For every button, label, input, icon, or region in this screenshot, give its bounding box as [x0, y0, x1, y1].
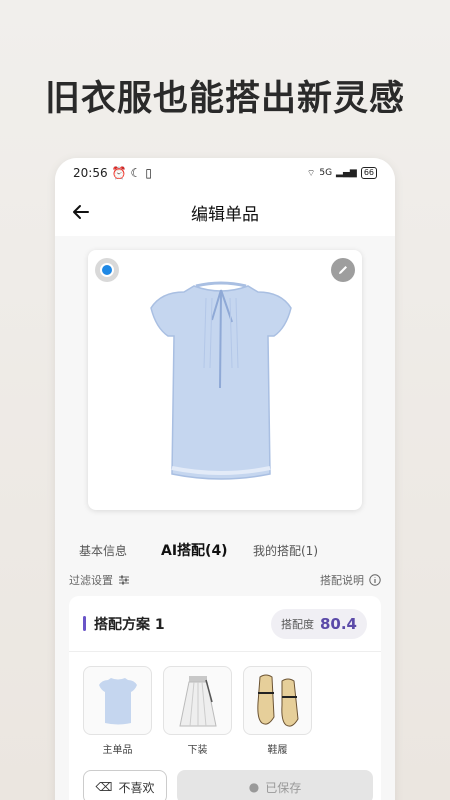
status-bar: 20:56 ⏰ ☾ ▯ ⌔ 5G ▂▄▆ 66: [55, 158, 395, 188]
page-title: 编辑单品: [191, 204, 259, 225]
nav-bar: 编辑单品: [55, 188, 395, 236]
tab-basic-info[interactable]: 基本信息: [79, 542, 127, 559]
back-arrow-icon[interactable]: [69, 200, 93, 224]
edit-image-button[interactable]: [331, 258, 355, 282]
phone-frame: 20:56 ⏰ ☾ ▯ ⌔ 5G ▂▄▆ 66 编辑单品 基本信息 AI搭配(4…: [55, 158, 395, 800]
tab-bar: 基本信息 AI搭配(4) 我的搭配(1): [55, 538, 395, 560]
plan-accent-bar: [83, 616, 86, 631]
outfit-item-shoes[interactable]: 鞋履: [243, 666, 312, 756]
network-label: 5G: [319, 168, 333, 178]
plan-actions: ⌫ 不喜欢 ● 已保存: [83, 770, 373, 800]
outfit-info-label: 搭配说明: [320, 574, 364, 587]
dislike-icon: ⌫: [95, 780, 113, 794]
outfit-item-main[interactable]: 主单品: [83, 666, 152, 756]
dislike-button[interactable]: ⌫ 不喜欢: [83, 770, 167, 800]
outfit-items: 主单品 下装 鞋履: [69, 652, 381, 756]
status-time: 20:56: [73, 166, 108, 180]
score-value: 80.4: [319, 614, 357, 633]
item-label-bottom: 下装: [187, 745, 208, 756]
saved-button[interactable]: ● 已保存: [177, 770, 373, 800]
product-image-card[interactable]: [88, 250, 362, 510]
score-label: 搭配度: [280, 617, 314, 631]
item-label-shoes: 鞋履: [267, 745, 288, 756]
battery-icon: 66: [360, 167, 377, 179]
promo-headline: 旧衣服也能搭出新灵感: [44, 79, 405, 119]
pencil-icon: [339, 266, 347, 274]
sliders-icon: [119, 575, 129, 585]
tab-ai-outfits[interactable]: AI搭配(4): [161, 540, 228, 560]
saved-label: 已保存: [265, 780, 302, 795]
outfit-info-button[interactable]: 搭配说明: [320, 572, 381, 588]
shoes-thumbnail: [256, 674, 299, 727]
wifi-icon: ⌔: [306, 168, 316, 179]
match-score-badge: 搭配度 80.4: [270, 608, 367, 639]
signal-icon: ▂▄▆: [336, 168, 357, 178]
plan-title: 搭配方案 1: [94, 616, 165, 633]
blouse-thumbnail: [98, 677, 137, 724]
filter-row: 过滤设置 搭配说明: [69, 572, 381, 588]
outfit-item-bottom[interactable]: 下装: [163, 666, 232, 756]
filter-settings-label: 过滤设置: [69, 574, 113, 587]
plan-header: 搭配方案 1 搭配度 80.4: [69, 596, 381, 652]
select-radio[interactable]: [95, 258, 119, 282]
dislike-label: 不喜欢: [118, 780, 155, 795]
saved-icon: ●: [248, 780, 260, 794]
vibrate-icon: ▯: [145, 166, 152, 180]
blouse-image: [150, 281, 292, 480]
moon-icon: ☾: [130, 166, 142, 180]
info-icon: [369, 574, 381, 586]
tab-my-outfits[interactable]: 我的搭配(1): [253, 542, 318, 559]
filter-settings-button[interactable]: 过滤设置: [69, 572, 130, 588]
outfit-plan-card: 搭配方案 1 搭配度 80.4 主单品 下装 鞋履 ⌫ 不喜欢 ● 已保存: [69, 596, 381, 800]
skirt-thumbnail: [178, 675, 217, 726]
item-label-main: 主单品: [102, 745, 133, 756]
alarm-icon: ⏰: [111, 166, 127, 180]
